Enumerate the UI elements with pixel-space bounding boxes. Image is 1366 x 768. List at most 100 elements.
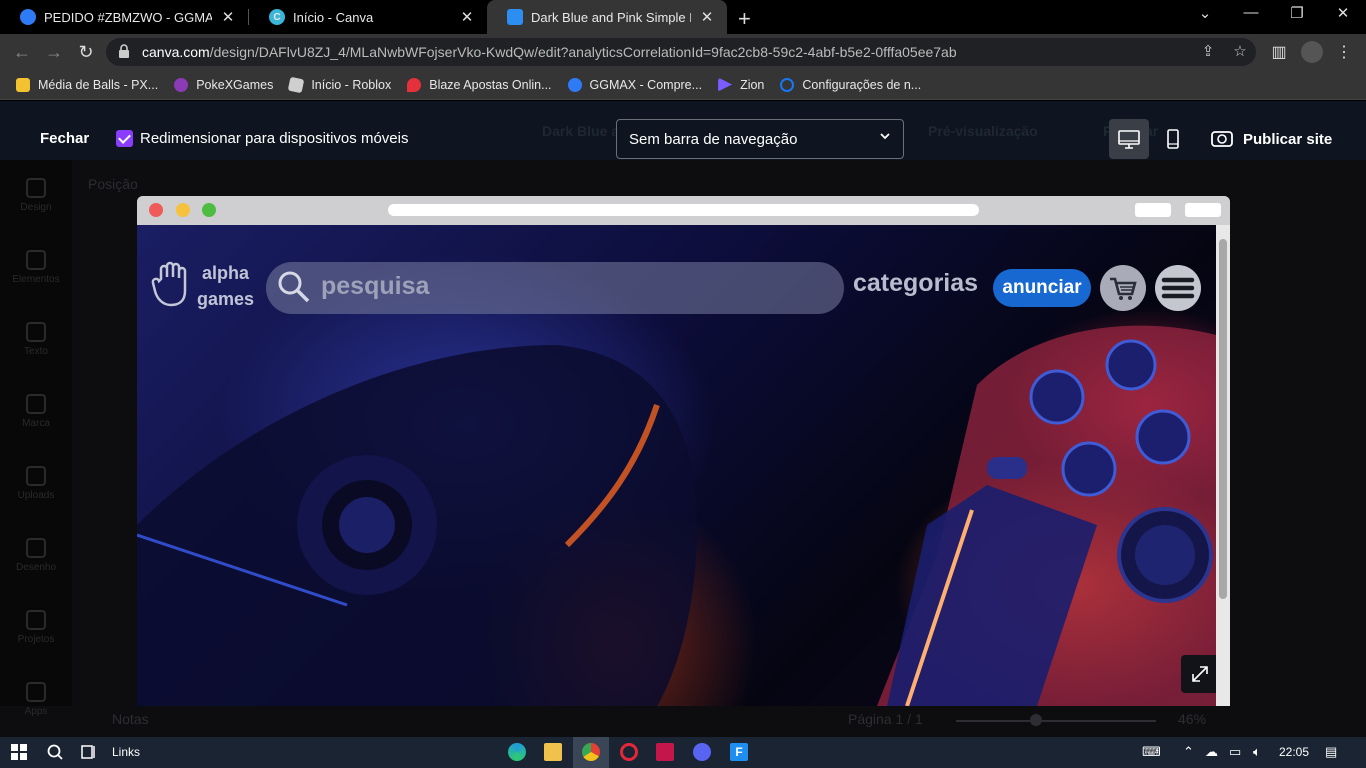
zion-icon [718,77,733,92]
resize-mobile-checkbox[interactable] [116,130,133,147]
cart-button[interactable] [1100,265,1146,311]
zoom-slider[interactable] [956,720,1156,722]
page-indicator: Página 1 / 1 [848,711,923,727]
notes-button[interactable]: Notas [112,711,149,727]
expand-arrows-icon [1192,666,1208,682]
rail-item-elements[interactable]: Elementos [0,250,72,285]
system-clock[interactable]: 22:05 [1279,745,1309,759]
forward-arrow-icon[interactable]: → [42,40,66,64]
ghost-design-title: Dark Blue a [542,123,620,139]
app-f-icon[interactable]: F [730,743,748,761]
volume-icon[interactable]: 🔈︎ [1253,744,1261,760]
tab-canva-home[interactable]: C Início - Canva ✕ [249,0,487,34]
zoom-slider-thumb[interactable] [1030,714,1042,726]
bookmark-star-icon[interactable]: ☆ [1230,42,1250,62]
canva-left-rail: Design Elementos Texto Marca Uploads Des… [0,160,72,717]
task-view-icon[interactable] [80,743,98,761]
bookmarks-bar: Média de Balls - PX... PokeXGames Início… [0,70,1366,100]
rail-item-draw[interactable]: Desenho [0,538,72,573]
meta-icon [780,77,795,92]
mock-browser-titlebar [137,196,1230,225]
keyboard-icon[interactable]: ⌨ [1142,744,1161,760]
search-input[interactable]: pesquisa [266,262,844,314]
mock-close-dot [149,203,163,217]
rail-item-apps[interactable]: Apps [0,682,72,717]
tab-title: Início - Canva [293,9,374,25]
rail-label: Elementos [12,274,60,285]
preview-scrollbar[interactable] [1216,225,1230,706]
scrollbar-thumb[interactable] [1219,239,1227,599]
rail-item-brand[interactable]: Marca [0,394,72,429]
close-tab-icon[interactable]: ✕ [220,8,236,26]
browser-tab-strip: PEDIDO #ZBMZWO - GGMAX ✕ C Início - Canv… [0,0,1366,34]
restore-icon[interactable]: ❐ [1285,4,1309,22]
new-tab-plus-icon[interactable]: + [738,6,751,32]
rail-item-projects[interactable]: Projetos [0,610,72,645]
share-icon[interactable]: ⇪ [1198,42,1218,62]
announce-button[interactable]: anunciar [993,269,1091,307]
ggmax-icon [567,77,582,92]
opera-icon[interactable] [620,743,638,761]
mock-address-bar [388,204,979,216]
bookmark-medias-balls[interactable]: Média de Balls - PX... [16,77,158,92]
close-button[interactable]: Fechar [40,130,89,147]
links-toolbar[interactable]: Links [112,745,140,759]
bookmark-roblox[interactable]: Início - Roblox [288,76,391,93]
edge-icon[interactable] [508,743,526,761]
rail-item-design[interactable]: Design [0,178,72,213]
address-bar[interactable]: canva.com/design/DAFlvU8ZJ_4/MLaNwbWFojs… [106,38,1256,66]
close-tab-icon[interactable]: ✕ [699,8,715,26]
valorant-icon[interactable] [656,743,674,761]
bookmark-zion[interactable]: Zion [718,77,764,92]
hamburger-menu-button[interactable] [1155,265,1201,311]
rail-item-uploads[interactable]: Uploads [0,466,72,501]
rail-item-text[interactable]: Texto [0,322,72,357]
navigation-select-value: Sem barra de navegação [629,131,798,148]
bookmark-ggmax[interactable]: GGMAX - Compre... [567,77,702,92]
network-icon[interactable]: ▭ [1229,744,1241,760]
mobile-preview-button[interactable] [1153,119,1193,159]
rail-label: Uploads [17,490,55,501]
hamburger-menu-icon [1161,277,1195,299]
bookmark-label: PokeXGames [196,77,274,92]
bookmark-label: Configurações de n... [802,77,922,92]
url-text: canva.com/design/DAFlvU8ZJ_4/MLaNwbWFojs… [142,44,957,60]
bookmark-pokexgames[interactable]: PokeXGames [174,77,274,92]
publish-site-button[interactable]: Publicar site [1201,119,1351,159]
tray-chevron-up-icon[interactable]: ⌃ [1183,744,1194,760]
profile-avatar[interactable] [1301,41,1323,63]
brand-icon [26,394,46,414]
apps-grid-icon [26,682,46,702]
bookmark-blaze[interactable]: Blaze Apostas Onlin... [407,77,552,92]
bookmark-meta-settings[interactable]: Configurações de n... [780,77,922,92]
browser-toolbar: ← → ↻ canva.com/design/DAFlvU8ZJ_4/MLaNw… [0,34,1366,70]
hand-logo-icon [151,261,187,307]
close-tab-icon[interactable]: ✕ [459,8,475,26]
onedrive-icon[interactable]: ☁ [1205,744,1218,760]
navigation-bar-select[interactable]: Sem barra de navegação [616,119,904,159]
ghost-preview: Pré-visualização [928,123,1038,139]
chrome-taskbar-button[interactable] [573,737,609,768]
file-explorer-icon[interactable] [544,743,562,761]
back-arrow-icon[interactable]: ← [10,40,34,64]
side-panel-icon[interactable]: ▥ [1269,42,1289,62]
mock-maximize-dot [202,203,216,217]
tab-ggmax[interactable]: PEDIDO #ZBMZWO - GGMAX ✕ [0,0,248,34]
reload-icon[interactable]: ↻ [74,40,98,64]
minimize-icon[interactable]: — [1239,4,1263,21]
zoom-level: 46% [1178,711,1207,727]
kebab-menu-icon[interactable]: ⋮ [1334,42,1354,62]
notifications-icon[interactable]: ▤ [1325,744,1337,760]
rail-label: Marca [22,418,50,429]
discord-icon[interactable] [693,743,711,761]
search-icon[interactable] [46,743,64,761]
close-window-icon[interactable]: ✕ [1331,4,1355,22]
windows-start-icon[interactable] [10,743,28,761]
canva-favicon-icon: C [269,9,285,25]
categories-link[interactable]: categorias [853,269,978,298]
rail-label: Desenho [15,562,57,573]
desktop-preview-button[interactable] [1109,119,1149,159]
fullscreen-expand-button[interactable] [1181,655,1216,693]
tab-design-active[interactable]: Dark Blue and Pink Simple Dark T ✕ [487,0,727,34]
tab-search-chevron-icon[interactable]: ⌄ [1193,4,1217,22]
